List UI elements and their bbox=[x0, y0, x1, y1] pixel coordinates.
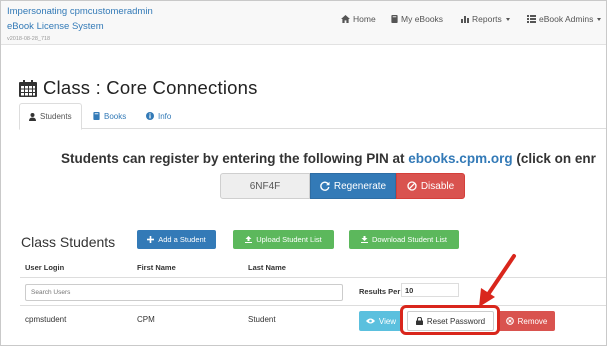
annotation-arrow-icon bbox=[479, 254, 516, 307]
app-window: Impersonating cpmcustomeradmin eBook Lic… bbox=[0, 0, 607, 346]
